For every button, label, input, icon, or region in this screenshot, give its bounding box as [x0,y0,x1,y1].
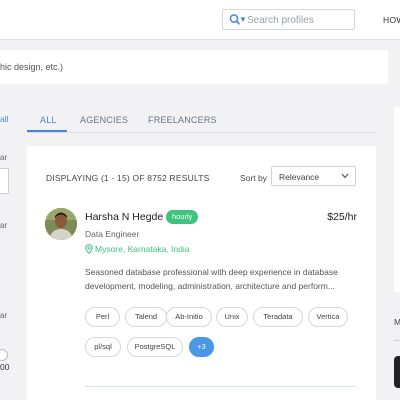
main-search-hint: hic design, etc.) [0,62,64,72]
hourly-badge: hourly [166,210,199,224]
results-tabs: ALL AGENCIES FREELANCERS [27,104,376,133]
skill-tag[interactable]: Ab-Initio [166,307,212,327]
tab-freelancers[interactable]: FREELANCERS [148,115,217,125]
right-sidebar-panel [394,107,400,292]
results-summary: DISPLAYING (1 - 15) OF 8752 RESULTS [46,173,210,183]
profile-role: Data Engineer [85,229,140,239]
profile-photo [45,208,77,240]
main-search-bar[interactable]: hic design, etc.) [0,50,388,84]
filter-input[interactable] [0,168,9,194]
sort-select[interactable]: Relevance [271,166,356,186]
skill-tag[interactable]: Talend [125,307,167,327]
right-sidebar-dark-widget[interactable] [394,356,400,388]
search-dropdown-caret-icon[interactable]: ▼ [239,13,247,27]
right-sidebar-label: M [394,317,400,327]
skill-tag[interactable]: pl/sql [85,337,121,357]
skill-tag[interactable]: Vertica [308,307,348,327]
right-sidebar-divider [394,340,400,341]
top-navigation-bar: ▼ HOW [0,0,400,40]
result-divider [85,386,356,387]
tab-all[interactable]: ALL [40,115,57,125]
more-skills-button[interactable]: +3 [189,337,214,357]
profile-location-text: Mysore, Karnataka, India [95,244,190,254]
filter-label: ar [0,221,8,230]
hourly-rate: $25/hr [327,211,357,223]
profile-search-box[interactable]: ▼ [222,9,355,30]
filter-all-link[interactable]: all [0,114,9,124]
profile-description: Seasoned database professional with deep… [85,267,338,291]
sort-select-value: Relevance [279,172,320,182]
profile-location: Mysore, Karnataka, India [85,244,190,254]
skill-tag[interactable]: PostgreSQL [127,337,183,357]
active-tab-indicator [27,130,67,132]
sort-by-label: Sort by [240,173,267,183]
skill-tag[interactable]: Unix [216,307,248,327]
skill-tag[interactable]: Perl [85,307,120,327]
chevron-down-icon [341,173,349,179]
location-pin-icon [85,244,93,254]
skill-tag[interactable]: Teradata [253,307,303,327]
search-input[interactable] [247,12,352,28]
rate-slider-handle[interactable] [0,349,8,361]
tab-agencies[interactable]: AGENCIES [80,115,128,125]
filter-label: ar [0,153,8,162]
nav-how-it-works-link[interactable]: HOW [383,15,400,25]
filter-label: ar [0,311,8,320]
results-card: DISPLAYING (1 - 15) OF 8752 RESULTS Sort… [27,146,376,400]
profile-name[interactable]: Harsha N Hegde [85,211,163,223]
avatar[interactable] [45,208,77,240]
rate-slider-value: 00 [0,362,10,372]
